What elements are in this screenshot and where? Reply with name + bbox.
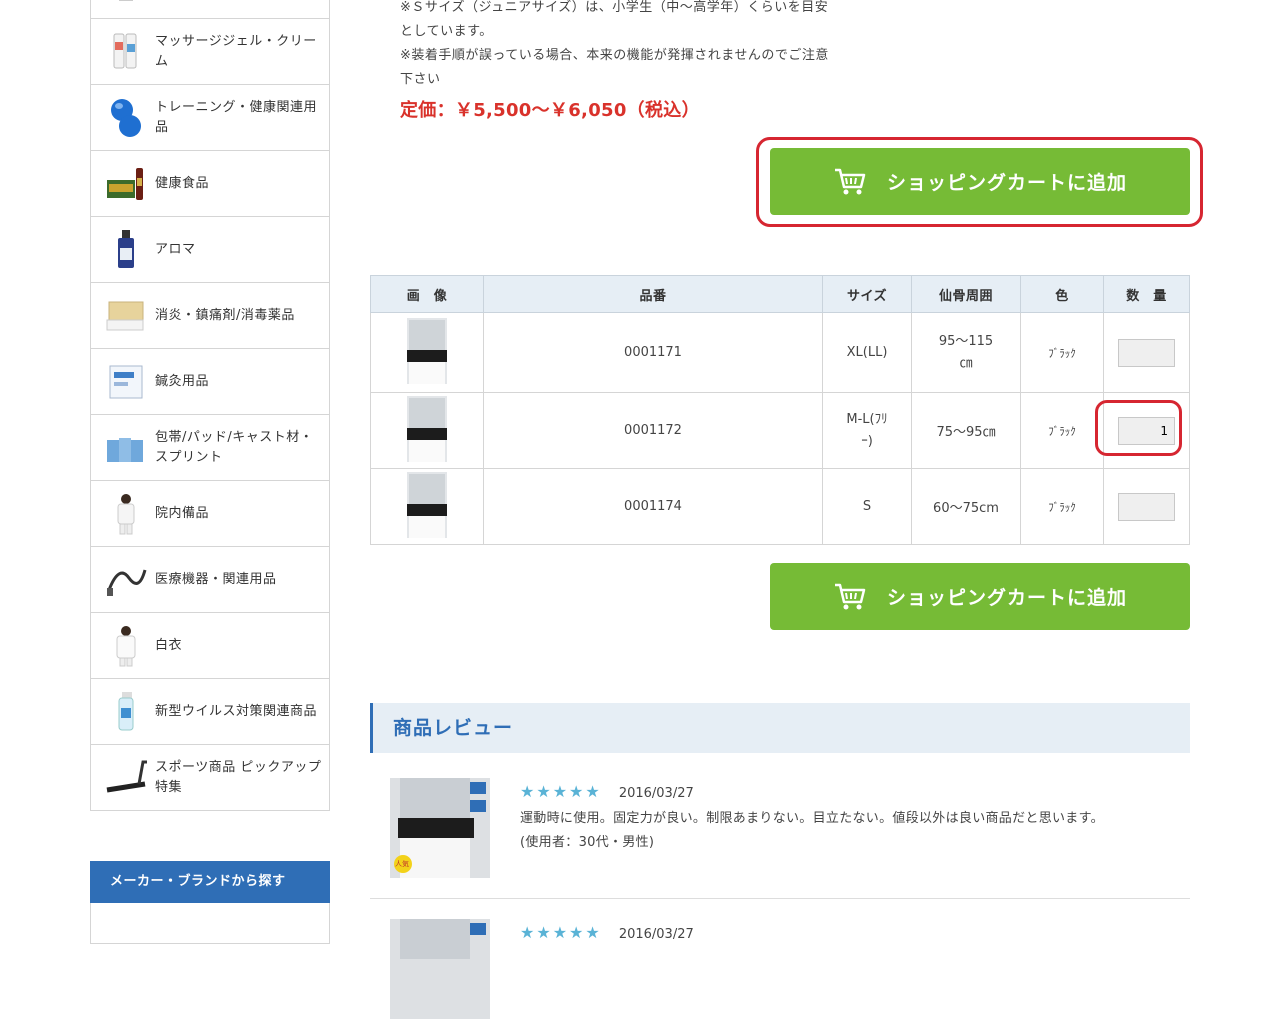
variant-code: 0001172 (483, 392, 823, 469)
rating-stars: ★★★★★ (520, 923, 602, 942)
col-girth: 仙骨周囲 (911, 275, 1021, 313)
category-label: 白衣 (155, 637, 183, 653)
treadmill-icon (105, 754, 147, 802)
quantity-input-s[interactable] (1118, 492, 1175, 521)
peanut-ball-icon (105, 94, 147, 142)
highlight-box-quantity (1095, 400, 1182, 456)
category-item-training[interactable]: トレーニング・健康関連用品 (91, 84, 329, 150)
category-item-aroma[interactable]: アロマ (91, 216, 329, 282)
category-item-clinic-supplies[interactable]: 院内備品 (91, 480, 329, 546)
review-date: 2016/03/27 (618, 927, 694, 942)
table-row: 0001172 M-L(ﾌﾘｰ) 75〜95㎝ ﾌﾞﾗｯｸ (370, 392, 1190, 469)
col-image: 画 像 (370, 275, 484, 313)
col-color: 色 (1020, 275, 1104, 313)
variant-color: ﾌﾞﾗｯｸ (1020, 312, 1104, 393)
aroma-bottle-icon (105, 226, 147, 274)
add-to-cart-label: ショッピングカートに追加 (886, 172, 1127, 194)
spray-bottle-icon (105, 688, 147, 736)
category-label: 院内備品 (155, 505, 210, 521)
category-label: アロマ (155, 241, 196, 257)
category-label: 新型ウイルス対策関連商品 (155, 703, 318, 719)
review-date: 2016/03/27 (618, 786, 694, 801)
variant-image (370, 312, 484, 393)
review-text: 運動時に使用。固定力が良い。制限あまりない。目立たない。値段以外は良い商品だと思… (520, 811, 1104, 826)
table-row: 0001174 S 60〜75cm ﾌﾞﾗｯｸ (370, 468, 1190, 545)
variant-size: XL(LL) (822, 312, 912, 393)
review-body: ★★★★★ 2016/03/27 (520, 923, 1180, 942)
price-label: 定価：￥5,500〜￥6,050（税込） (400, 100, 700, 121)
category-item-bandage[interactable]: 包帯/パッド/キャスト材・スプリント (91, 414, 329, 480)
variant-table-header: 画 像 品番 サイズ 仙骨周囲 色 数 量 (370, 275, 1190, 313)
category-item-top[interactable] (91, 0, 329, 18)
category-label: 消炎・鎮痛剤/消毒薬品 (155, 307, 295, 323)
product-thumb-icon (105, 0, 147, 24)
medicine-box-icon (105, 292, 147, 340)
quantity-input-xl[interactable] (1118, 338, 1175, 367)
variant-code: 0001174 (483, 468, 823, 545)
cable-icon (105, 556, 147, 604)
fitting-note: ※装着手順が誤っている場合、本来の機能が発揮されませんのでご注意下さい (400, 48, 829, 87)
rating-stars: ★★★★★ (520, 782, 602, 801)
category-item-medical-devices[interactable]: 医療機器・関連用品 (91, 546, 329, 612)
review-body: ★★★★★ 2016/03/27 運動時に使用。固定力が良い。制限あまりない。目… (520, 782, 1180, 855)
size-note: ※Ｓサイズ（ジュニアサイズ）は、小学生（中～高学年）くらいを目安としています。 (400, 0, 829, 39)
category-item-virus-measures[interactable]: 新型ウイルス対策関連商品 (91, 678, 329, 744)
popular-badge: 人気 (395, 860, 409, 868)
gel-tubes-icon (105, 28, 147, 76)
white-coat-icon (105, 622, 147, 670)
category-item-acupuncture[interactable]: 鍼灸用品 (91, 348, 329, 414)
table-row: 0001171 XL(LL) 95〜115㎝ ﾌﾞﾗｯｸ (370, 312, 1190, 393)
category-label: 包帯/パッド/キャスト材・スプリント (155, 429, 314, 465)
category-label: スポーツ商品 ピックアップ特集 (155, 759, 322, 795)
variant-color: ﾌﾞﾗｯｸ (1020, 392, 1104, 469)
review-user: (使用者：30代・男性) (520, 835, 655, 850)
category-item-white-coat[interactable]: 白衣 (91, 612, 329, 678)
bandage-box-icon (105, 424, 147, 472)
variant-girth: 60〜75cm (911, 468, 1021, 545)
variant-girth: 95〜115㎝ (911, 312, 1021, 393)
variant-image (370, 468, 484, 545)
category-item-massage-gel[interactable]: マッサージジェル・クリーム (91, 18, 329, 84)
review-divider (370, 898, 1190, 899)
variant-size: M-L(ﾌﾘｰ) (846, 411, 888, 449)
category-label: マッサージジェル・クリーム (155, 33, 317, 69)
brand-search-heading: メーカー・ブランドから探す (90, 861, 330, 903)
variant-size: S (822, 468, 912, 545)
add-to-cart-label: ショッピングカートに追加 (886, 587, 1127, 609)
variant-color: ﾌﾞﾗｯｸ (1020, 468, 1104, 545)
review-product-image: 人気 (390, 778, 490, 878)
cart-icon (833, 167, 867, 197)
category-item-health-food[interactable]: 健康食品 (91, 150, 329, 216)
variant-qty-cell (1103, 468, 1190, 545)
health-food-icon (105, 160, 147, 208)
variant-qty-cell (1103, 312, 1190, 393)
category-label: トレーニング・健康関連用品 (155, 99, 318, 135)
col-size: サイズ (822, 275, 912, 313)
category-label: 健康食品 (155, 175, 210, 191)
cart-icon (833, 582, 867, 612)
variant-size-cell: M-L(ﾌﾘｰ) (822, 392, 912, 469)
add-to-cart-button-bottom[interactable]: ショッピングカートに追加 (770, 563, 1190, 630)
add-to-cart-button-top[interactable]: ショッピングカートに追加 (770, 148, 1190, 215)
variant-code: 0001171 (483, 312, 823, 393)
category-list: マッサージジェル・クリーム トレーニング・健康関連用品 健康食品 アロマ 消炎・… (90, 0, 330, 811)
col-code: 品番 (483, 275, 823, 313)
category-item-sports-pickup[interactable]: スポーツ商品 ピックアップ特集 (91, 744, 329, 810)
category-sidebar: マッサージジェル・クリーム トレーニング・健康関連用品 健康食品 アロマ 消炎・… (90, 0, 330, 811)
acupuncture-box-icon (105, 358, 147, 406)
review-product-image (390, 919, 490, 1019)
col-quantity: 数 量 (1103, 275, 1190, 313)
variant-girth: 75〜95㎝ (911, 392, 1021, 469)
category-label: 医療機器・関連用品 (155, 571, 277, 587)
uniform-person-icon (105, 490, 147, 538)
variant-image (370, 392, 484, 469)
category-label: 鍼灸用品 (155, 373, 210, 389)
brand-search-box: メーカー・ブランドから探す (90, 861, 330, 944)
variant-table: 画 像 品番 サイズ 仙骨周囲 色 数 量 0001171 XL(LL) 95〜… (370, 275, 1190, 545)
review-heading-text: 商品レビュー (393, 717, 514, 739)
review-section-heading: 商品レビュー (370, 703, 1190, 753)
variant-girth-text: 95〜115㎝ (938, 333, 994, 371)
category-item-medicine[interactable]: 消炎・鎮痛剤/消毒薬品 (91, 282, 329, 348)
